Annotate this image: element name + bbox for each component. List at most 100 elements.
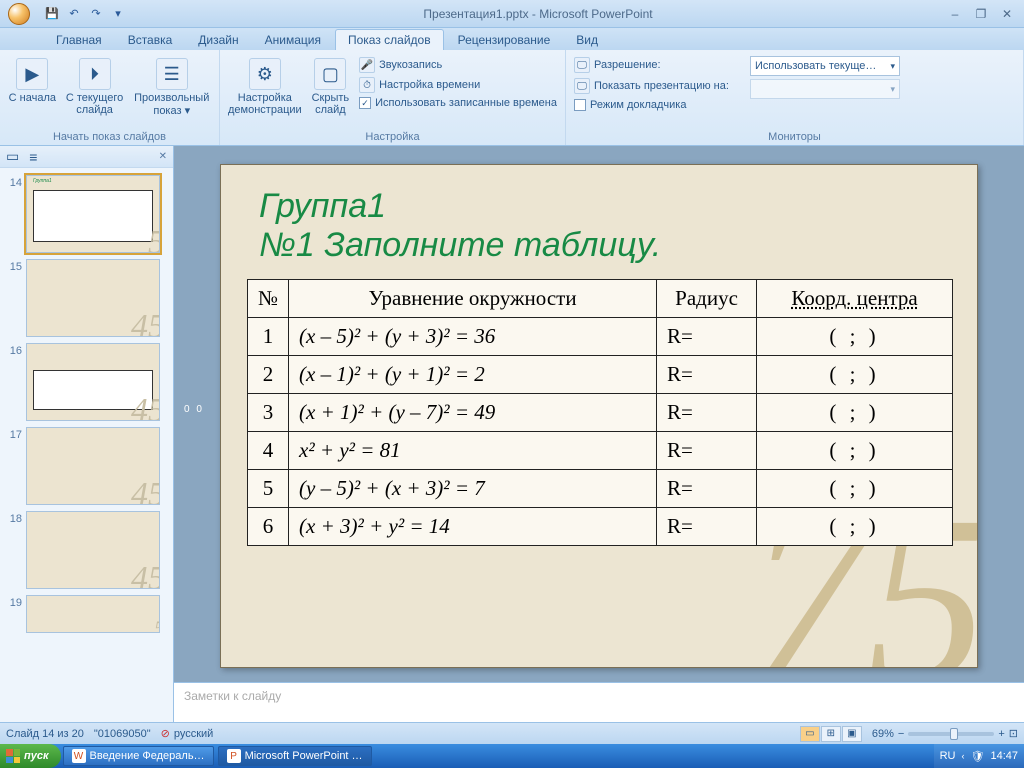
use-timings-label: Использовать записанные времена <box>375 97 557 109</box>
thumbnail-list[interactable]: 14 Группа15 15 45 16 45 17 45 18 45 19 5 <box>0 168 173 722</box>
group-setup-label: Настройка <box>228 129 557 143</box>
slide[interactable]: 75 Группа1 №1 Заполните таблицу. № Уравн… <box>220 164 978 668</box>
chevron-down-icon: ▾ <box>890 61 895 72</box>
tab-slideshow[interactable]: Показ слайдов <box>335 29 444 50</box>
th-radius: Радиус <box>657 280 757 318</box>
equation-table[interactable]: № Уравнение окружности Радиус Коорд. цен… <box>247 279 953 546</box>
title-bar: 💾 ↶ ↷ ▾ Презентация1.pptx - Microsoft Po… <box>0 0 1024 28</box>
presenter-view-label: Режим докладчика <box>590 99 686 111</box>
chevron-down-icon: ▾ <box>890 84 895 95</box>
editor-area: 0 0 75 Группа1 №1 Заполните таблицу. № У… <box>174 146 1024 722</box>
table-row: 5(y – 5)² + (x + 3)² = 7R=( ; ) <box>248 470 953 508</box>
minimize-button[interactable]: – <box>944 6 966 22</box>
slide-thumb-18[interactable]: 18 45 <box>0 508 173 592</box>
resolution-combo[interactable]: Использовать текуще… ▾ <box>750 56 900 76</box>
outline-tab-icon[interactable]: ≡ <box>29 149 37 165</box>
undo-icon[interactable]: ↶ <box>66 6 82 22</box>
table-row: 3(x + 1)² + (y – 7)² = 49R=( ; ) <box>248 394 953 432</box>
presenter-view-checkbox[interactable]: Режим докладчика <box>574 98 742 112</box>
office-button[interactable] <box>0 0 38 28</box>
slideshow-view-button[interactable]: ▣ <box>842 726 862 742</box>
clock-icon: ⏱ <box>359 77 375 93</box>
taskbar-item-powerpoint[interactable]: PMicrosoft PowerPoint … <box>218 746 372 766</box>
thumb-number: 18 <box>4 511 22 589</box>
group-monitors-label: Мониторы <box>574 129 1015 143</box>
powerpoint-icon: P <box>227 749 241 763</box>
tab-home[interactable]: Главная <box>44 30 114 50</box>
slide-title[interactable]: Группа1 №1 Заполните таблицу. <box>259 187 661 265</box>
table-row: 1(x – 5)² + (y + 3)² = 36R=( ; ) <box>248 318 953 356</box>
use-timings-checkbox[interactable]: ✓ Использовать записанные времена <box>359 96 557 110</box>
custom-show-icon: ☰ <box>156 58 188 90</box>
save-icon[interactable]: 💾 <box>44 6 60 22</box>
slide-thumb-14[interactable]: 14 Группа15 <box>0 172 173 256</box>
ruler-mark: 0 0 <box>184 404 204 415</box>
zoom-control: 69% − + ⊡ <box>872 727 1018 740</box>
group-start-label: Начать показ слайдов <box>8 129 211 143</box>
setup-show-button[interactable]: ⚙ Настройка демонстрации <box>228 54 302 116</box>
zoom-in-button[interactable]: + <box>998 728 1004 740</box>
view-buttons: ▭ ⊞ ▣ <box>800 726 862 742</box>
zoom-out-button[interactable]: − <box>898 728 904 740</box>
fit-button[interactable]: ⊡ <box>1009 727 1018 740</box>
maximize-button[interactable]: ❐ <box>970 6 992 22</box>
slide-title-line2: №1 Заполните таблицу. <box>259 226 661 265</box>
taskbar: пуск WВведение Федераль… PMicrosoft Powe… <box>0 744 1024 768</box>
monitor-icon: 🖵 <box>574 57 590 73</box>
normal-view-button[interactable]: ▭ <box>800 726 820 742</box>
close-button[interactable]: ✕ <box>996 6 1018 22</box>
workspace: ▭ ≡ ✕ 14 Группа15 15 45 16 45 17 45 18 <box>0 146 1024 722</box>
from-current-button[interactable]: ⏵ С текущего слайда <box>65 54 125 116</box>
thumbnail-tabs: ▭ ≡ ✕ <box>0 146 173 168</box>
group-setup: ⚙ Настройка демонстрации ▢ Скрыть слайд … <box>220 50 566 145</box>
tab-design[interactable]: Дизайн <box>186 30 250 50</box>
start-button[interactable]: пуск <box>0 744 61 768</box>
panel-close-icon[interactable]: ✕ <box>159 151 167 162</box>
thumbnail-panel: ▭ ≡ ✕ 14 Группа15 15 45 16 45 17 45 18 <box>0 146 174 722</box>
record-audio-button[interactable]: 🎤Звукозапись <box>359 56 557 74</box>
th-number: № <box>248 280 289 318</box>
from-current-label: С текущего слайда <box>65 92 125 116</box>
custom-show-button[interactable]: ☰ Произвольный показ ▾ <box>132 54 211 117</box>
slide-thumb-17[interactable]: 17 45 <box>0 424 173 508</box>
slide-thumb-15[interactable]: 15 45 <box>0 256 173 340</box>
clock[interactable]: 14:47 <box>990 750 1018 762</box>
qat-more-icon[interactable]: ▾ <box>110 6 126 22</box>
play-current-icon: ⏵ <box>79 58 111 90</box>
redo-icon[interactable]: ↷ <box>88 6 104 22</box>
hide-slide-button[interactable]: ▢ Скрыть слайд <box>310 54 351 116</box>
tab-animation[interactable]: Анимация <box>253 30 333 50</box>
slides-tab-icon[interactable]: ▭ <box>6 148 19 165</box>
tab-review[interactable]: Рецензирование <box>446 30 563 50</box>
checkbox-empty-icon <box>574 99 586 111</box>
from-beginning-button[interactable]: ▶ С начала <box>8 54 57 104</box>
ribbon: ▶ С начала ⏵ С текущего слайда ☰ Произво… <box>0 50 1024 146</box>
table-row: 2(x – 1)² + (y + 1)² = 2R=( ; ) <box>248 356 953 394</box>
setup-show-label: Настройка демонстрации <box>228 92 302 116</box>
checkbox-icon: ✓ <box>359 97 371 109</box>
tab-insert[interactable]: Вставка <box>116 30 185 50</box>
slide-canvas[interactable]: 0 0 75 Группа1 №1 Заполните таблицу. № У… <box>174 146 1024 682</box>
mic-icon: 🎤 <box>359 57 375 73</box>
resolution-value: Использовать текуще… <box>755 60 876 72</box>
slide-thumb-16[interactable]: 16 45 <box>0 340 173 424</box>
monitor2-icon: 🖵 <box>574 78 590 94</box>
lang-indicator[interactable]: RU <box>940 750 956 762</box>
language-indicator[interactable]: ⊘ русский <box>161 727 214 740</box>
group-monitors: 🖵Разрешение: 🖵Показать презентацию на: Р… <box>566 50 1024 145</box>
rehearse-button[interactable]: ⏱Настройка времени <box>359 76 557 94</box>
tab-view[interactable]: Вид <box>564 30 610 50</box>
windows-logo-icon <box>6 749 20 763</box>
table-row: 4x² + y² = 81R=( ; ) <box>248 432 953 470</box>
th-coords: Коорд. центра <box>757 280 953 318</box>
resolution-label: 🖵Разрешение: <box>574 56 742 74</box>
spellcheck-icon: ⊘ <box>161 727 170 740</box>
zoom-value[interactable]: 69% <box>872 728 894 740</box>
notes-pane[interactable]: Заметки к слайду <box>174 682 1024 722</box>
tray-chevron-icon[interactable]: ‹ <box>962 751 965 761</box>
taskbar-item-word[interactable]: WВведение Федераль… <box>63 746 214 766</box>
sorter-view-button[interactable]: ⊞ <box>821 726 841 742</box>
tray-shield-icon[interactable]: 🛡 <box>971 750 985 763</box>
slide-thumb-19[interactable]: 19 5 <box>0 592 173 636</box>
zoom-slider[interactable] <box>908 732 994 736</box>
